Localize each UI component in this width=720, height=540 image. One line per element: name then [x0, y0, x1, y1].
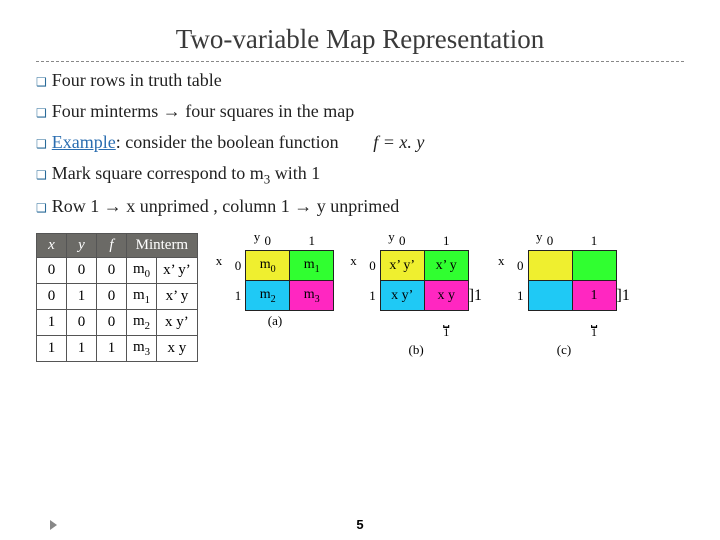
th-minterm: Minterm [127, 233, 198, 257]
truth-table: x y f Minterm 0 0 0 m0 x’ y’ 0 1 0 m1 x’… [36, 233, 198, 362]
cell: 1 [37, 335, 67, 361]
cell-term: x y’ [157, 309, 198, 335]
slide-title: Two-variable Map Representation [36, 24, 684, 55]
kmap-cell: x y’ [380, 281, 424, 311]
col-bracket-icon: ⎵1 [424, 311, 468, 341]
th-x: x [37, 233, 67, 257]
table-row: 0 0 0 m0 x’ y’ [37, 257, 198, 283]
cell: 0 [97, 283, 127, 309]
th-y: y [67, 233, 97, 257]
cell: 0 [37, 283, 67, 309]
kmap-row: x y0 1 0 m0 m1 1 m2 m3 (a) [216, 233, 630, 359]
row-bracket-icon: ]1 [468, 281, 482, 311]
bullet-3-text: Example: consider the boolean function f… [52, 132, 684, 153]
cell: 0 [67, 309, 97, 335]
bullet-2: ❑ Four minterms → four squares in the ma… [36, 101, 684, 124]
bullet-4-pre: Mark square correspond to m [52, 163, 264, 183]
bullet-2-text: Four minterms → four squares in the map [52, 101, 684, 122]
function-expr: f = x. y [343, 132, 424, 152]
kmap-b: x y0 1 0 x’ y’ x’ y 1 x y’ x y ]1 [350, 233, 482, 359]
th-f: f [97, 233, 127, 257]
kmap-cell: m3 [290, 281, 334, 311]
cell: 1 [67, 283, 97, 309]
kmap-a: x y0 1 0 m0 m1 1 m2 m3 (a) [216, 233, 335, 330]
bullet-4-text: Mark square correspond to m3 with 1 [52, 163, 684, 188]
row-bracket-icon: ]1 [616, 281, 630, 311]
kmap-cell: m1 [290, 251, 334, 281]
kmap-cell: x’ y [424, 251, 468, 281]
table-row: 1 1 1 m3 x y [37, 335, 198, 361]
cell: 0 [37, 257, 67, 283]
kmap-cell [528, 251, 572, 281]
kmap-cell: x y [424, 281, 468, 311]
kmap-corner: x [498, 233, 528, 251]
col-bracket-icon: ⎵1 [572, 311, 616, 341]
kmap-cell: m2 [246, 281, 290, 311]
square-bullet-icon: ❑ [36, 197, 47, 219]
kmap-col1: 1 [572, 233, 616, 251]
cell: 0 [97, 257, 127, 283]
kmap-c: x y0 1 0 1 1 ]1 [498, 233, 630, 359]
page-number: 5 [356, 517, 363, 532]
kmap-a-caption: (a) [216, 313, 335, 329]
bullet-1-text: Four rows in truth table [52, 70, 684, 91]
slide-deco-icon [50, 520, 57, 530]
square-bullet-icon: ❑ [36, 71, 47, 93]
cell-term: x y [157, 335, 198, 361]
cell-m: m2 [127, 309, 157, 335]
cell-term: x’ y’ [157, 257, 198, 283]
kmap-ylabel: y0 [246, 233, 290, 251]
kmap-col1: 1 [424, 233, 468, 251]
bullet-5: ❑ Row 1 → x unprimed , column 1 → y unpr… [36, 196, 684, 219]
cell: 1 [97, 335, 127, 361]
bullet-3-body: : consider the boolean function [116, 132, 339, 152]
table-row: 1 0 0 m2 x y’ [37, 309, 198, 335]
square-bullet-icon: ❑ [36, 164, 47, 186]
kmap-cell: 1 [572, 281, 616, 311]
kmap-corner: x [350, 233, 380, 251]
example-keyword: Example [52, 132, 116, 152]
bullet-3: ❑ Example: consider the boolean function… [36, 132, 684, 155]
square-bullet-icon: ❑ [36, 102, 47, 124]
kmap-ylabel: y0 [528, 233, 572, 251]
cell-m: m0 [127, 257, 157, 283]
cell-term: x’ y [157, 283, 198, 309]
kmap-ylabel: y0 [380, 233, 424, 251]
cell: 0 [97, 309, 127, 335]
kmap-b-caption: (b) [350, 342, 482, 358]
square-bullet-icon: ❑ [36, 133, 47, 155]
kmap-cell [528, 281, 572, 311]
cell: 1 [67, 335, 97, 361]
cell-m: m1 [127, 283, 157, 309]
kmap-cell [572, 251, 616, 281]
cell: 1 [37, 309, 67, 335]
bullet-5-text: Row 1 → x unprimed , column 1 → y unprim… [52, 196, 684, 217]
kmap-row1: 1 [350, 281, 380, 311]
cell-m: m3 [127, 335, 157, 361]
lower-row: x y f Minterm 0 0 0 m0 x’ y’ 0 1 0 m1 x’… [36, 233, 684, 362]
bullet-1: ❑ Four rows in truth table [36, 70, 684, 93]
kmap-cell: x’ y’ [380, 251, 424, 281]
table-row: 0 1 0 m1 x’ y [37, 283, 198, 309]
divider [36, 61, 684, 62]
kmap-col1: 1 [290, 233, 334, 251]
kmap-row1: 1 [498, 281, 528, 311]
kmap-row1: 1 [216, 281, 246, 311]
kmap-c-caption: (c) [498, 342, 630, 358]
kmap-corner: x [216, 233, 246, 251]
bullet-4: ❑ Mark square correspond to m3 with 1 [36, 163, 684, 188]
cell: 0 [67, 257, 97, 283]
bullet-4-post: with 1 [270, 163, 320, 183]
kmap-cell: m0 [246, 251, 290, 281]
